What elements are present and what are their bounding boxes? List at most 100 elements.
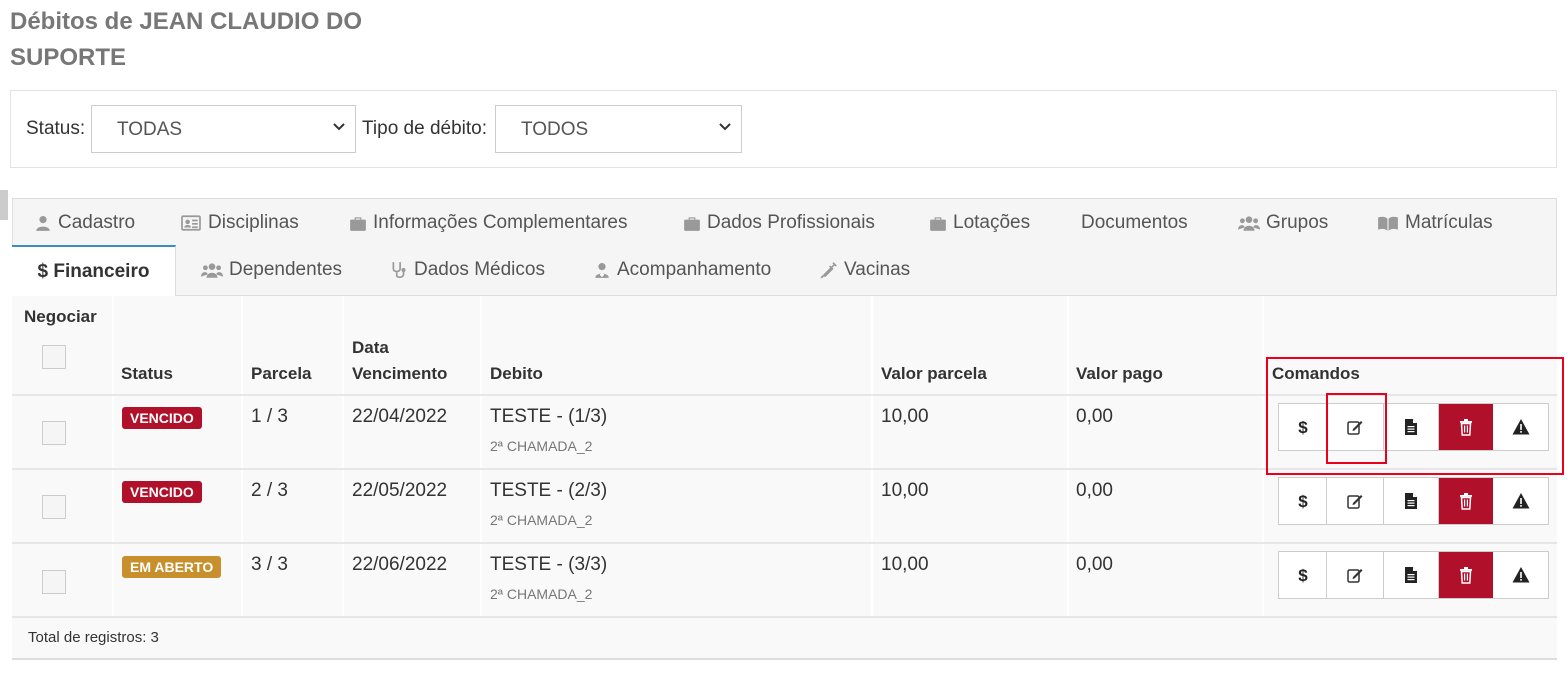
vencimento-cell: 22/05/2022 [352, 480, 448, 501]
header-status: Status [121, 364, 173, 383]
status-badge: EM ABERTO [122, 556, 222, 578]
tab-lotacoes[interactable]: Lotações [929, 212, 1030, 234]
tab-grupos[interactable]: Grupos [1238, 212, 1328, 234]
warning-icon [1512, 567, 1529, 583]
warning-button[interactable] [1493, 552, 1548, 598]
column-divider [871, 296, 873, 618]
document-button[interactable] [1384, 478, 1439, 524]
debito-subtext: 2ª CHAMADA_2 [490, 512, 593, 528]
header-data: Data [352, 338, 389, 357]
row-divider [12, 616, 1557, 618]
valor-pago-cell: 0,00 [1076, 406, 1113, 427]
briefcase-icon [350, 217, 366, 231]
debito-cell: TESTE - (1/3) [490, 406, 608, 427]
warning-icon [1512, 493, 1529, 509]
status-filter-label: Status: [26, 118, 86, 139]
debit-type-select[interactable]: TODOS [495, 105, 742, 153]
row-checkbox[interactable] [42, 495, 66, 519]
debito-cell: TESTE - (3/3) [490, 554, 608, 575]
column-divider [342, 296, 344, 618]
header-debito: Debito [490, 364, 543, 383]
row-checkbox[interactable] [42, 570, 66, 594]
svg-text:$: $ [1298, 566, 1308, 584]
svg-text:$: $ [1298, 492, 1308, 510]
stethoscope-icon [392, 262, 406, 279]
tab-financeiro[interactable]: $ Financeiro [12, 245, 176, 297]
tab-dependentes[interactable]: Dependentes [201, 259, 342, 281]
tab-informacoes-complementares[interactable]: Informações Complementares [349, 212, 628, 234]
dollar-icon: $ [1298, 566, 1308, 584]
row-commands: $ [1278, 551, 1549, 599]
tab-label: Dados Profissionais [707, 212, 875, 233]
briefcase-icon [684, 217, 700, 231]
tab-label: Cadastro [58, 212, 136, 233]
tab-dados-profissionais[interactable]: Dados Profissionais [683, 212, 875, 234]
file-icon [1405, 567, 1417, 583]
tab-label: Lotações [953, 212, 1031, 233]
status-select-value: TODAS [117, 119, 183, 140]
chevron-down-icon [719, 123, 731, 131]
tab-documentos[interactable]: Documentos [1081, 212, 1188, 234]
edit-icon [1347, 569, 1363, 583]
delete-button[interactable] [1439, 552, 1493, 598]
column-divider [480, 296, 482, 618]
vencimento-cell: 22/06/2022 [352, 554, 448, 575]
parcela-cell: 3 / 3 [251, 554, 288, 575]
pay-button[interactable]: $ [1279, 478, 1327, 524]
row-commands: $ [1278, 477, 1549, 525]
edit-button[interactable] [1327, 478, 1384, 524]
parcela-cell: 1 / 3 [251, 406, 288, 427]
header-vencimento: Vencimento [352, 364, 448, 383]
header-valor-parcela: Valor parcela [881, 364, 987, 383]
user-md-icon [595, 263, 609, 278]
tab-label: Grupos [1266, 212, 1329, 233]
tab-label: Informações Complementares [373, 212, 628, 233]
status-select[interactable]: TODAS [91, 105, 356, 153]
header-valor-pago: Valor pago [1076, 364, 1163, 383]
book-icon [1378, 216, 1398, 231]
column-divider [1262, 296, 1264, 618]
tab-matriculas[interactable]: Matrículas [1377, 212, 1493, 234]
tab-label: Documentos [1081, 212, 1188, 233]
delete-button[interactable] [1439, 478, 1493, 524]
tab-cadastro[interactable]: Cadastro [34, 212, 135, 234]
pay-button[interactable]: $ [1279, 552, 1327, 598]
tab-acompanhamento[interactable]: Acompanhamento [593, 259, 771, 281]
commands-highlight-box [1266, 357, 1564, 475]
file-icon [1405, 493, 1417, 509]
debit-type-filter-label: Tipo de débito: [362, 118, 487, 139]
dollar-icon: $ [1298, 492, 1308, 510]
debito-cell: TESTE - (2/3) [490, 480, 608, 501]
select-all-checkbox[interactable] [42, 345, 66, 369]
tab-disciplinas[interactable]: Disciplinas [180, 212, 299, 234]
edit-button-highlight-box [1326, 393, 1387, 464]
column-divider [112, 296, 114, 618]
status-badge: VENCIDO [122, 481, 202, 503]
users-icon [1238, 216, 1260, 231]
status-badge: VENCIDO [122, 407, 202, 429]
trash-icon [1459, 567, 1472, 584]
briefcase-icon [930, 217, 946, 231]
parcela-cell: 2 / 3 [251, 480, 288, 501]
chevron-down-icon [333, 123, 345, 131]
user-icon [36, 216, 50, 231]
id-card-icon [181, 215, 201, 231]
header-negociar: Negociar [24, 307, 97, 326]
debito-subtext: 2ª CHAMADA_2 [490, 586, 593, 602]
users-icon [201, 263, 223, 278]
tab-dados-medicos[interactable]: Dados Médicos [390, 259, 545, 281]
edit-icon [1347, 495, 1363, 509]
tab-label: Disciplinas [208, 212, 299, 233]
warning-button[interactable] [1493, 478, 1548, 524]
tab-vacinas[interactable]: Vacinas [820, 259, 910, 281]
edit-button[interactable] [1327, 552, 1384, 598]
sidebar-handle[interactable] [0, 190, 8, 220]
tab-label: Acompanhamento [617, 259, 772, 280]
document-button[interactable] [1384, 552, 1439, 598]
tab-label: Dependentes [229, 259, 343, 280]
tab-label: $ Financeiro [37, 261, 150, 282]
valor-parcela-cell: 10,00 [881, 480, 929, 501]
valor-parcela-cell: 10,00 [881, 554, 929, 575]
row-checkbox[interactable] [42, 421, 66, 445]
tab-label: Dados Médicos [414, 259, 545, 280]
